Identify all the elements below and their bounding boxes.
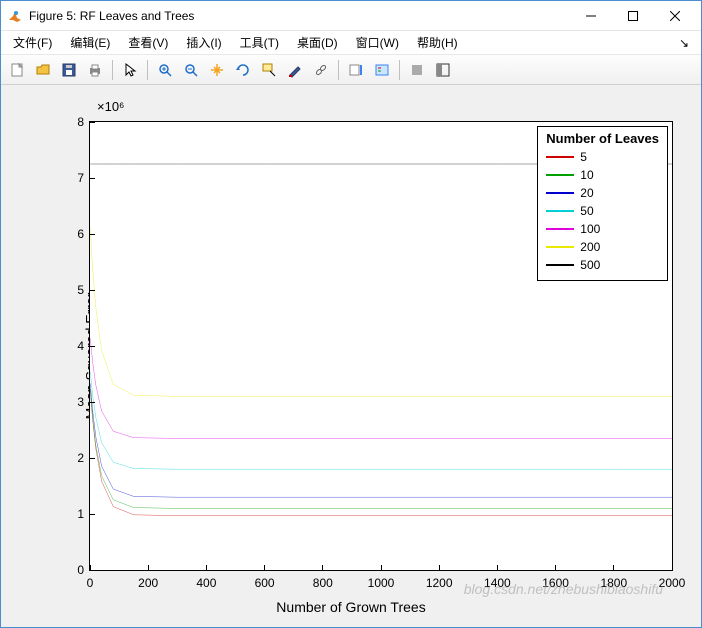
x-tick-label: 2000: [659, 576, 686, 590]
y-tick-label: 8: [77, 115, 84, 129]
y-tick-label: 3: [77, 395, 84, 409]
legend-color-swatch: [546, 264, 574, 266]
legend-label: 200: [580, 240, 600, 254]
menu-file[interactable]: 文件(F): [5, 32, 60, 53]
open-button[interactable]: [31, 58, 55, 82]
close-button[interactable]: [655, 2, 695, 30]
legend-color-swatch: [546, 210, 574, 212]
menu-desktop[interactable]: 桌面(D): [289, 32, 346, 53]
legend-color-swatch: [546, 156, 574, 158]
legend-entry[interactable]: 100: [546, 220, 659, 238]
menu-view[interactable]: 查看(V): [120, 32, 176, 53]
figure-window: Figure 5: RF Leaves and Trees 文件(F) 编辑(E…: [0, 0, 702, 628]
plot-container: ×10⁶ Mean Squared Error Number of Grown …: [9, 93, 693, 619]
pointer-button[interactable]: [118, 58, 142, 82]
legend-entry[interactable]: 50: [546, 202, 659, 220]
legend-color-swatch: [546, 228, 574, 230]
y-axis-exponent: ×10⁶: [97, 99, 124, 114]
y-tick-label: 0: [77, 563, 84, 577]
data-cursor-button[interactable]: [257, 58, 281, 82]
hide-tools-button[interactable]: [405, 58, 429, 82]
new-figure-button[interactable]: [5, 58, 29, 82]
minimize-button[interactable]: [571, 2, 611, 30]
chart-axes[interactable]: Number of Leaves 5102050100200500 012345…: [89, 121, 673, 571]
y-tick-label: 6: [77, 227, 84, 241]
window-title: Figure 5: RF Leaves and Trees: [29, 9, 571, 23]
menu-insert[interactable]: 插入(I): [178, 32, 229, 53]
legend-label: 100: [580, 222, 600, 236]
y-tick-label: 1: [77, 507, 84, 521]
x-tick-label: 400: [196, 576, 216, 590]
link-button[interactable]: [309, 58, 333, 82]
brush-button[interactable]: [283, 58, 307, 82]
menu-window[interactable]: 窗口(W): [348, 32, 407, 53]
x-tick-label: 1400: [484, 576, 511, 590]
zoom-in-button[interactable]: [153, 58, 177, 82]
series-line: [90, 372, 672, 469]
figure-area: ×10⁶ Mean Squared Error Number of Grown …: [1, 85, 701, 627]
toolbar-separator: [112, 60, 113, 80]
window-buttons: [571, 2, 695, 30]
x-tick-label: 1200: [426, 576, 453, 590]
x-tick-label: 600: [255, 576, 275, 590]
zoom-out-button[interactable]: [179, 58, 203, 82]
legend-title: Number of Leaves: [546, 131, 659, 146]
legend-label: 20: [580, 186, 593, 200]
toolbar-separator: [338, 60, 339, 80]
y-tick-label: 7: [77, 171, 84, 185]
menu-dropdown-icon[interactable]: ↘: [679, 36, 697, 50]
pan-button[interactable]: [205, 58, 229, 82]
x-tick-label: 800: [313, 576, 333, 590]
x-tick-label: 200: [138, 576, 158, 590]
legend-label: 5: [580, 150, 587, 164]
print-button[interactable]: [83, 58, 107, 82]
y-tick-label: 4: [77, 339, 84, 353]
x-axis-label: Number of Grown Trees: [276, 599, 425, 615]
legend-label: 10: [580, 168, 593, 182]
y-tick-label: 2: [77, 451, 84, 465]
legend-color-swatch: [546, 246, 574, 248]
toolbar: [1, 55, 701, 85]
insert-colorbar-button[interactable]: [344, 58, 368, 82]
x-tick-label: 0: [87, 576, 94, 590]
legend-entry[interactable]: 10: [546, 166, 659, 184]
save-button[interactable]: [57, 58, 81, 82]
series-line: [90, 338, 672, 438]
legend-color-swatch: [546, 192, 574, 194]
rotate-button[interactable]: [231, 58, 255, 82]
legend-entry[interactable]: 200: [546, 238, 659, 256]
menu-help[interactable]: 帮助(H): [409, 32, 466, 53]
legend-color-swatch: [546, 174, 574, 176]
toolbar-separator: [147, 60, 148, 80]
menu-tools[interactable]: 工具(T): [232, 32, 287, 53]
legend[interactable]: Number of Leaves 5 10 20 50 100 200 500: [537, 126, 668, 281]
legend-entry[interactable]: 20: [546, 184, 659, 202]
legend-entry[interactable]: 5: [546, 148, 659, 166]
titlebar: Figure 5: RF Leaves and Trees: [1, 1, 701, 31]
legend-label: 50: [580, 204, 593, 218]
series-line: [90, 383, 672, 497]
x-tick-label: 1800: [600, 576, 627, 590]
maximize-button[interactable]: [613, 2, 653, 30]
legend-entry[interactable]: 500: [546, 256, 659, 274]
y-tick-label: 5: [77, 283, 84, 297]
menu-edit[interactable]: 编辑(E): [62, 32, 118, 53]
insert-legend-button[interactable]: [370, 58, 394, 82]
menubar: 文件(F) 编辑(E) 查看(V) 插入(I) 工具(T) 桌面(D) 窗口(W…: [1, 31, 701, 55]
toolbar-separator: [399, 60, 400, 80]
series-line: [90, 389, 672, 515]
x-tick-label: 1600: [542, 576, 569, 590]
series-line: [90, 389, 672, 508]
matlab-icon: [7, 8, 23, 24]
dock-button[interactable]: [431, 58, 455, 82]
x-tick-label: 1000: [368, 576, 395, 590]
legend-label: 500: [580, 258, 600, 272]
